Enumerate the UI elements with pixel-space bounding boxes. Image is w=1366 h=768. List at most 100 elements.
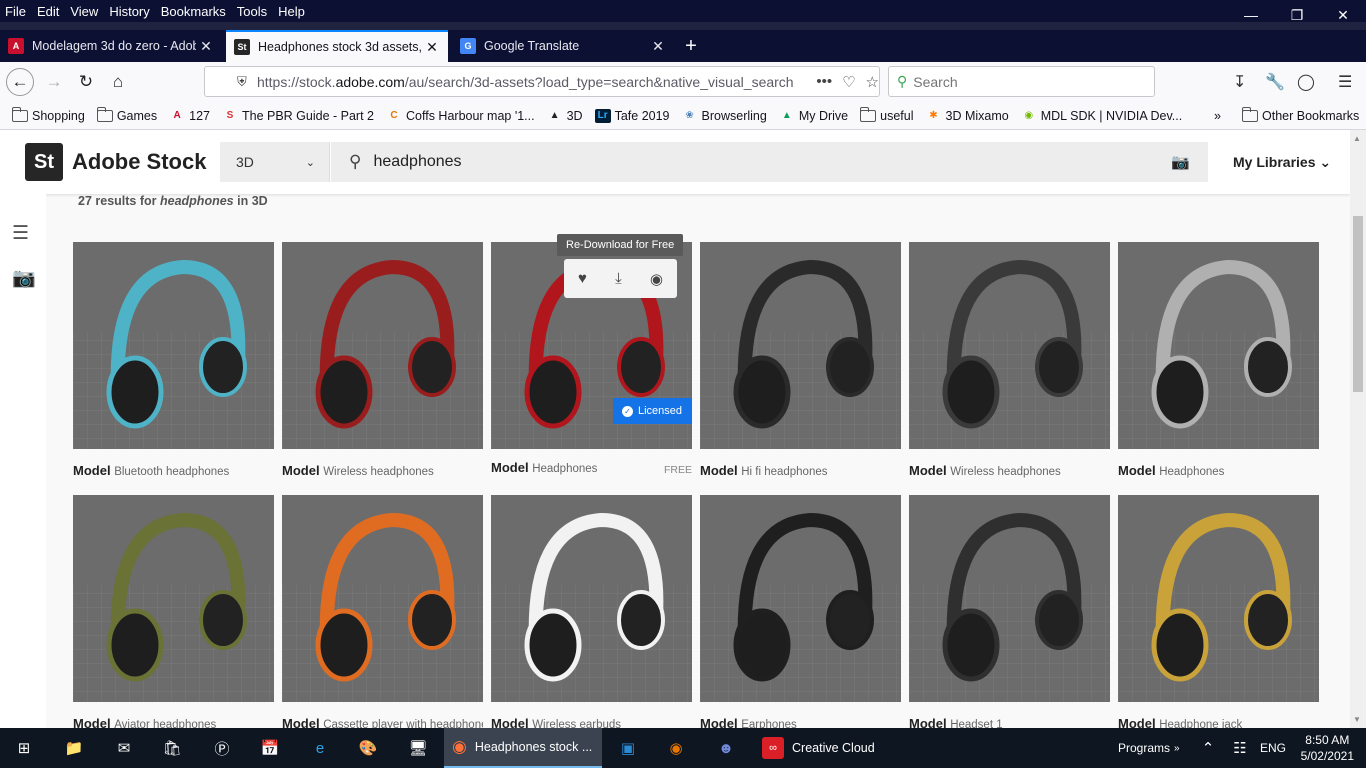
windows-start-icon[interactable]: ⊞: [12, 736, 36, 760]
discord-icon[interactable]: ☻: [714, 736, 738, 760]
bookmark-mdl-sdk[interactable]: ◉ MDL SDK | NVIDIA Dev...: [1021, 109, 1182, 123]
taskbar-firefox[interactable]: ◉ Headphones stock ...: [444, 728, 602, 768]
asset-card[interactable]: Model Headphones: [1118, 242, 1319, 478]
asset-card[interactable]: Model Earphones: [700, 495, 901, 728]
restore-icon[interactable]: ❐: [1274, 0, 1320, 30]
tab-google-translate[interactable]: G Google Translate ✕: [452, 30, 674, 62]
account-icon[interactable]: ◯: [1297, 72, 1315, 92]
remote-desktop-icon[interactable]: 🖥: [406, 736, 430, 760]
home-icon[interactable]: ⌂: [104, 68, 132, 96]
stock-search-input[interactable]: ⚲ headphones 📷: [331, 142, 1208, 182]
camera-icon[interactable]: 📷: [12, 266, 36, 290]
bookmark-games[interactable]: Games: [96, 106, 157, 123]
taskbar-creative-cloud[interactable]: ∞ Creative Cloud: [754, 728, 906, 768]
brand-name[interactable]: Adobe Stock: [72, 149, 206, 175]
menu-help[interactable]: Help: [273, 4, 311, 19]
asset-caption[interactable]: Model Hi fi headphones: [700, 463, 901, 478]
unreal-engine-icon[interactable]: Ⓟ: [210, 736, 234, 760]
minimize-icon[interactable]: —: [1228, 0, 1274, 30]
file-explorer-icon[interactable]: 📁: [62, 736, 86, 760]
asset-card[interactable]: Model Wireless headphones: [909, 242, 1110, 478]
wifi-icon[interactable]: ☷: [1228, 736, 1252, 760]
scroll-up-icon[interactable]: ▲: [1353, 134, 1361, 143]
edge-icon[interactable]: e: [308, 736, 332, 760]
page-actions-icon[interactable]: •••: [816, 73, 832, 90]
asset-card[interactable]: Model Headphone jack: [1118, 495, 1319, 728]
system-clock[interactable]: 8:50 AM 5/02/2021: [1301, 732, 1354, 764]
mail-icon[interactable]: ✉: [112, 736, 136, 760]
asset-caption[interactable]: Model Wireless headphones: [909, 463, 1110, 478]
download-icon[interactable]: ↧: [1233, 72, 1246, 92]
asset-card[interactable]: Model Headset 1: [909, 495, 1110, 728]
asset-caption[interactable]: Model Wireless headphones: [282, 463, 483, 478]
search-query[interactable]: headphones: [373, 153, 461, 171]
new-tab-button[interactable]: +: [678, 30, 704, 62]
tab-close-icon[interactable]: ✕: [422, 39, 442, 56]
paint-icon[interactable]: 🎨: [356, 736, 380, 760]
language-indicator[interactable]: ENG: [1260, 728, 1286, 768]
url-text[interactable]: https://stock.adobe.com/au/search/3d-ass…: [257, 74, 806, 90]
bookmark-star-icon[interactable]: ☆: [866, 73, 879, 91]
asset-card[interactable]: Model Wireless earbuds: [491, 495, 692, 728]
asset-card[interactable]: Model Cassette player with headphones: [282, 495, 483, 728]
asset-card[interactable]: Model Hi fi headphones: [700, 242, 901, 478]
calendar-icon[interactable]: 📅: [258, 736, 282, 760]
asset-thumbnail[interactable]: [700, 242, 901, 449]
tab-close-icon[interactable]: ✕: [648, 38, 668, 55]
wrench-icon[interactable]: 🔧: [1265, 72, 1285, 92]
menu-file[interactable]: File: [0, 4, 32, 19]
my-libraries-button[interactable]: My Libraries ⌄: [1233, 154, 1331, 171]
menu-tools[interactable]: Tools: [232, 4, 273, 19]
other-bookmarks[interactable]: Other Bookmarks: [1242, 106, 1359, 123]
tab-modelagem[interactable]: A Modelagem 3d do zero - Adob ✕: [0, 30, 222, 62]
back-arrow-icon[interactable]: ←: [6, 68, 34, 96]
bookmark-tafe-2019[interactable]: Lr Tafe 2019: [594, 108, 670, 123]
close-window-icon[interactable]: ✕: [1320, 0, 1366, 30]
menu-edit[interactable]: Edit: [32, 4, 65, 19]
browser-search-input[interactable]: [913, 73, 1134, 90]
asset-thumbnail[interactable]: [1118, 495, 1319, 702]
scrollbar-thumb[interactable]: [1353, 216, 1363, 392]
forward-arrow-icon[interactable]: →: [40, 68, 68, 96]
bookmark-browserling[interactable]: ❀ Browserling: [682, 109, 767, 123]
bookmark-shopping[interactable]: Shopping: [12, 106, 85, 123]
asset-card[interactable]: Model Aviator headphones: [73, 495, 274, 728]
display-settings-icon[interactable]: ▣: [616, 736, 640, 760]
asset-caption[interactable]: Model Aviator headphones: [73, 716, 274, 728]
filters-sliders-icon[interactable]: ☰: [12, 222, 29, 245]
asset-card[interactable]: ♥ ⤓ ◉ ✓ Licensed FREE Model Headphones: [491, 242, 692, 476]
bookmarks-overflow-icon[interactable]: »: [1214, 109, 1221, 123]
store-icon[interactable]: 🛍: [160, 736, 184, 760]
bookmark-pbr-guide[interactable]: S The PBR Guide - Part 2: [222, 109, 374, 123]
bookmark-coffs-harbour[interactable]: C Coffs Harbour map '1...: [386, 109, 534, 123]
asset-thumbnail[interactable]: [73, 495, 274, 702]
bookmark-3d[interactable]: ▲ 3D: [547, 109, 583, 123]
browser-search-bar[interactable]: ⚲: [888, 66, 1155, 97]
scroll-down-icon[interactable]: ▼: [1353, 715, 1361, 724]
asset-type-dropdown[interactable]: 3D ⌄: [220, 142, 330, 182]
bookmark-useful[interactable]: useful: [860, 106, 914, 123]
asset-caption[interactable]: Model Headset 1: [909, 716, 1110, 728]
menu-history[interactable]: History: [104, 4, 155, 19]
asset-thumbnail[interactable]: [73, 242, 274, 449]
asset-caption[interactable]: Model Headphones: [491, 460, 692, 475]
asset-card[interactable]: Model Bluetooth headphones: [73, 242, 274, 478]
reload-icon[interactable]: ↻: [72, 68, 100, 96]
hamburger-menu-icon[interactable]: ☰: [1338, 72, 1352, 92]
asset-card[interactable]: Model Wireless headphones: [282, 242, 483, 478]
menu-bookmarks[interactable]: Bookmarks: [156, 4, 232, 19]
url-bar[interactable]: ⛨ https://stock.adobe.com/au/search/3d-a…: [204, 66, 880, 97]
bookmark-3d-mixamo[interactable]: ✱ 3D Mixamo: [926, 109, 1008, 123]
asset-thumbnail[interactable]: [909, 495, 1110, 702]
asset-thumbnail[interactable]: [1118, 242, 1319, 449]
pocket-icon[interactable]: ♡: [842, 73, 855, 91]
bookmark-127[interactable]: A 127: [169, 109, 210, 123]
download-icon[interactable]: ⤓: [615, 270, 622, 287]
asset-thumbnail[interactable]: [491, 495, 692, 702]
asset-thumbnail[interactable]: [700, 495, 901, 702]
tracking-shield-icon[interactable]: ⛨: [237, 74, 257, 90]
tab-headphones-stock[interactable]: St Headphones stock 3d assets, m ✕: [226, 30, 448, 62]
adobe-stock-logo[interactable]: St: [25, 143, 63, 181]
asset-caption[interactable]: Model Bluetooth headphones: [73, 463, 274, 478]
asset-thumbnail[interactable]: [282, 242, 483, 449]
